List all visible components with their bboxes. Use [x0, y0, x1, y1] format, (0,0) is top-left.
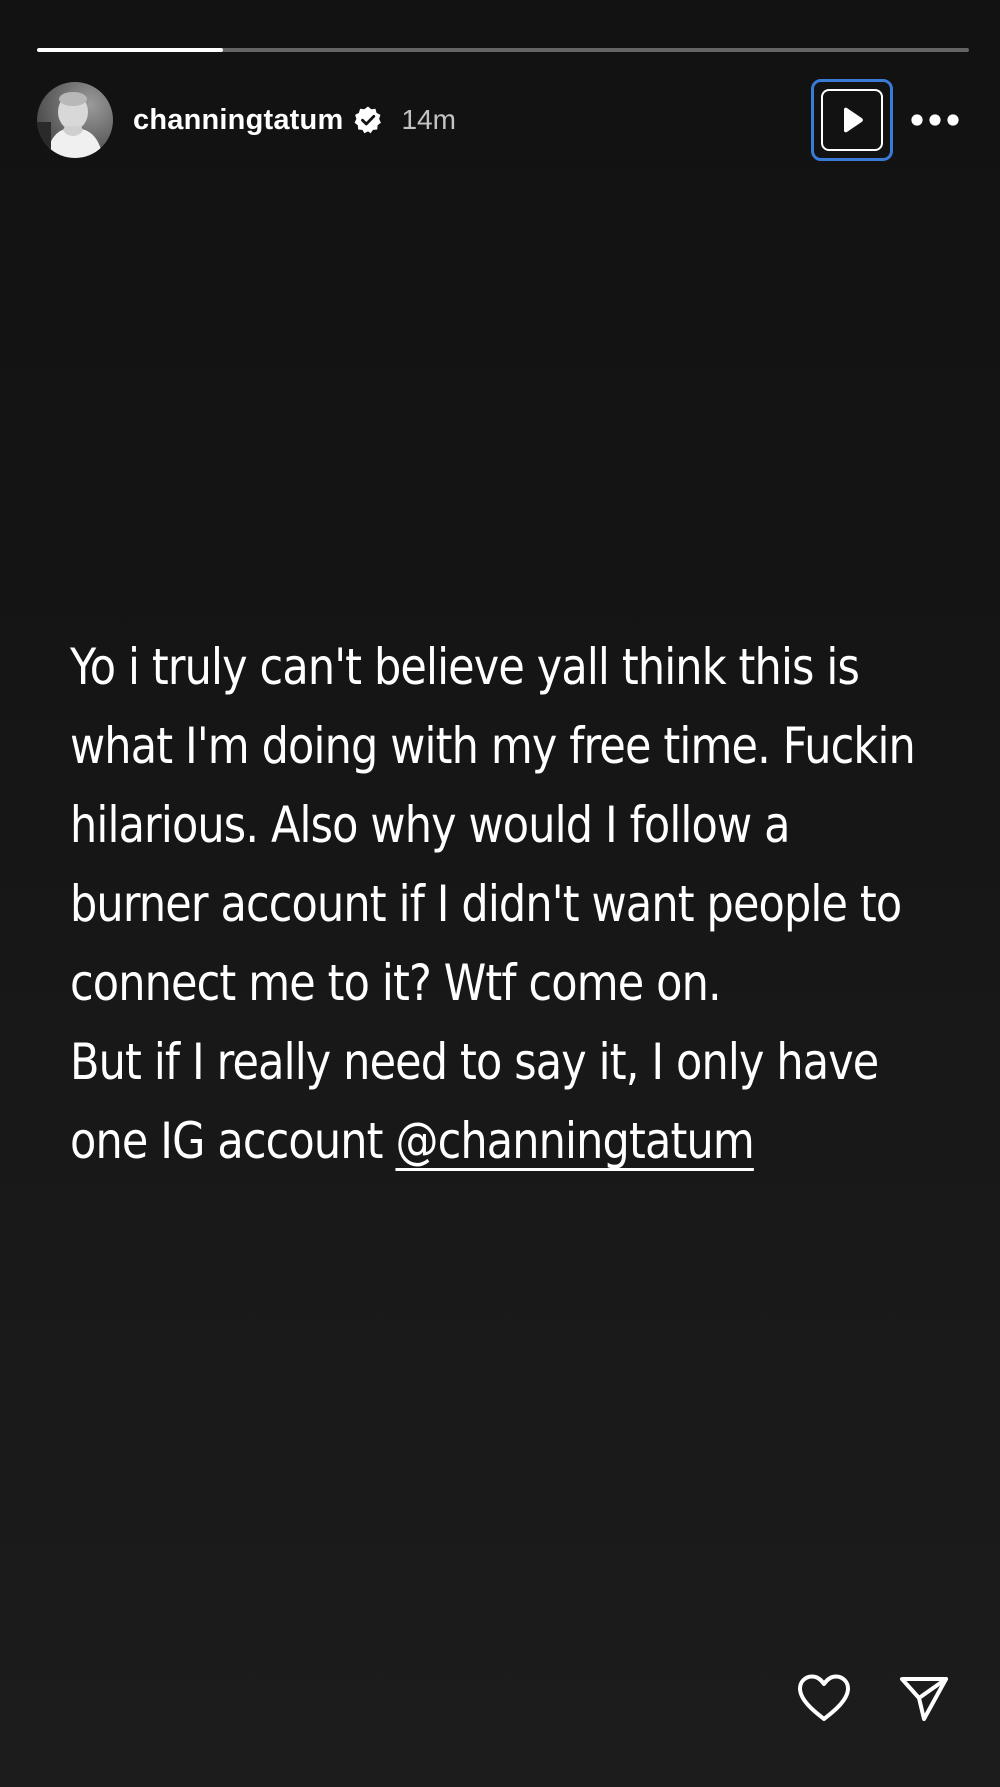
mention-link[interactable]: @channingtatum [395, 1112, 754, 1170]
avatar[interactable] [37, 82, 113, 158]
username[interactable]: channingtatum [133, 104, 343, 137]
play-icon [844, 107, 863, 133]
post-time: 14m [401, 104, 456, 135]
play-button-inner [821, 89, 883, 151]
story-text: Yo i truly can't believe yall think this… [70, 628, 970, 1181]
share-button[interactable] [893, 1667, 955, 1729]
send-icon [900, 1677, 948, 1721]
more-options-button[interactable] [907, 92, 963, 148]
story-progress-fill [37, 48, 224, 52]
story-text-line-last: one IG account @channingtatum [70, 1102, 970, 1181]
verified-badge-icon [353, 105, 383, 135]
story-text-line: Yo i truly can't believe yall think this… [70, 638, 860, 696]
heart-icon [798, 1674, 850, 1721]
story-text-line: hilarious. Also why would I follow a [70, 796, 790, 854]
more-horizontal-icon [911, 114, 959, 126]
story-header: channingtatum 14m [37, 79, 963, 161]
story-text-line: what I'm doing with my free time. Fuckin [70, 717, 916, 775]
story-text-line: burner account if I didn't want people t… [70, 875, 902, 933]
story-text-prefix: one IG account [70, 1112, 396, 1170]
play-button[interactable] [811, 79, 893, 161]
story-footer-actions [793, 1667, 955, 1729]
story-viewer[interactable]: channingtatum 14m Yo i truly can't belie… [0, 0, 1000, 1787]
story-progress-bar [37, 48, 969, 52]
story-text-line: But if I really need to say it, I only h… [70, 1033, 879, 1091]
story-text-line: connect me to it? Wtf come on. [70, 954, 722, 1012]
like-button[interactable] [793, 1667, 855, 1729]
